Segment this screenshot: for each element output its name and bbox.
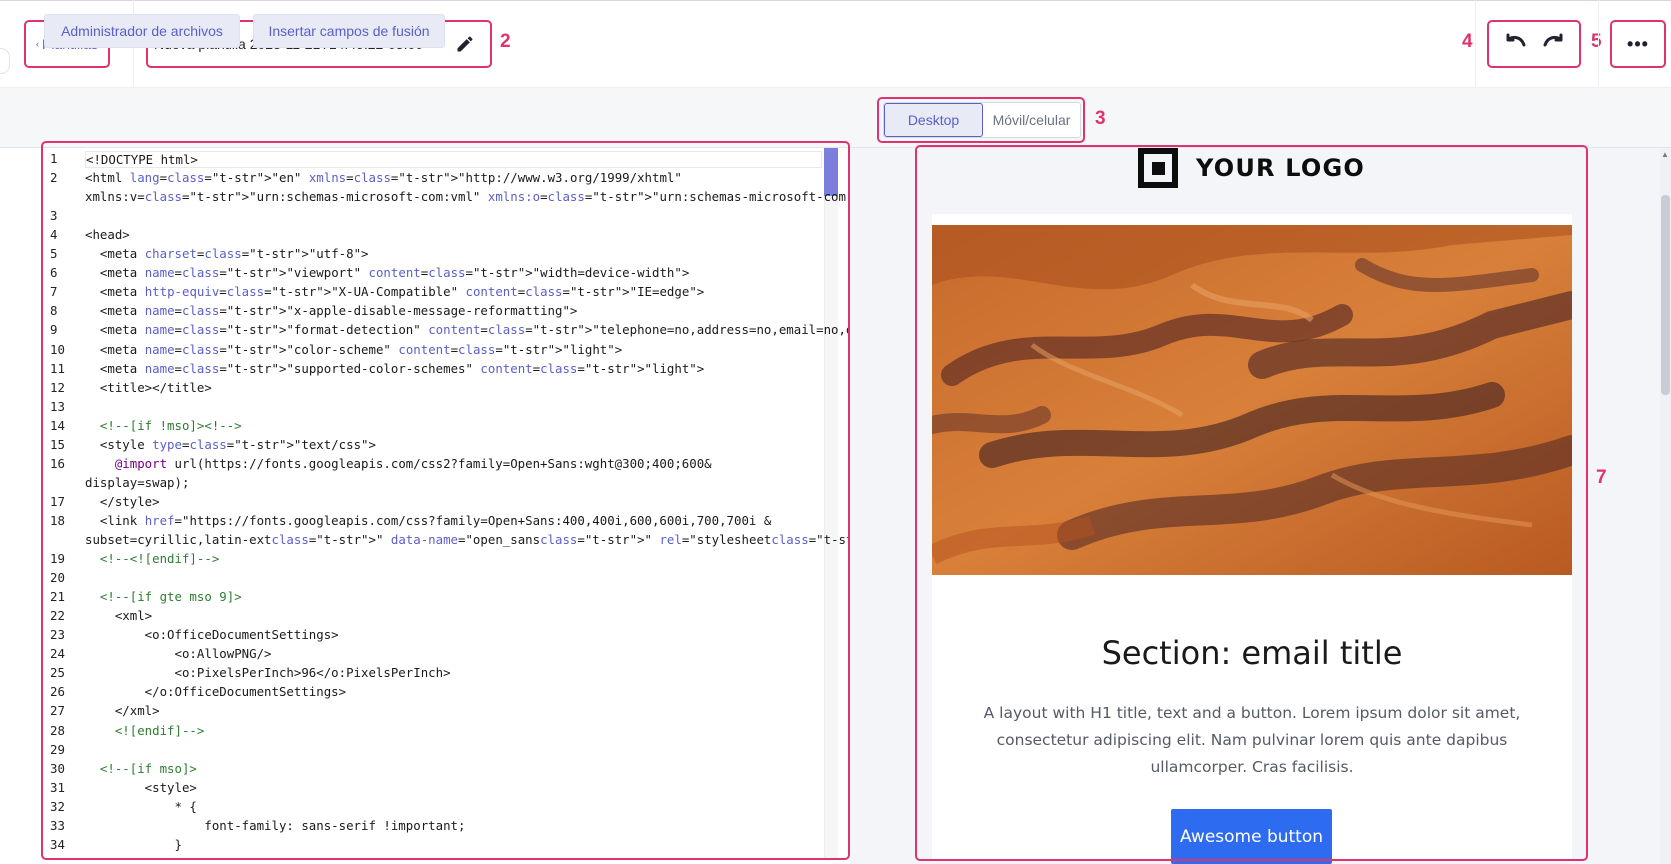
annotation-box-7 (915, 145, 1588, 861)
divider (1475, 0, 1476, 88)
editor-toolbar (0, 88, 1671, 148)
file-manager-button[interactable]: Administrador de archivos (44, 14, 240, 48)
merge-fields-button[interactable]: Insertar campos de fusión (253, 14, 445, 48)
annotation-box-4 (1487, 20, 1581, 68)
annotation-box-3 (877, 97, 1085, 143)
annotation-number: 3 (1095, 108, 1106, 129)
annotation-number: 4 (1462, 31, 1473, 52)
annotation-box-6 (41, 141, 850, 860)
annotation-number: 2 (500, 31, 511, 52)
annotation-number: 5 (1591, 31, 1602, 52)
divider (1598, 0, 1599, 88)
annotation-number: 7 (1596, 467, 1607, 488)
preview-scrollbar-thumb[interactable] (1661, 195, 1670, 395)
annotation-box-5 (1610, 20, 1666, 68)
scroll-up-icon[interactable]: ▲ (1661, 150, 1670, 160)
